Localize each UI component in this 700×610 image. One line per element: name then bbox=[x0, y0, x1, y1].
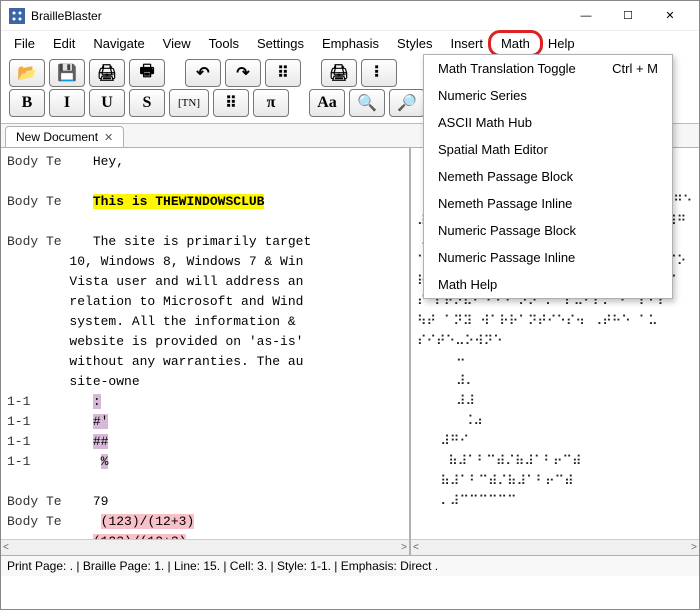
doc-line[interactable]: website is provided on 'as-is' bbox=[7, 332, 403, 352]
doc-line[interactable]: Body Te 79 bbox=[7, 492, 403, 512]
math-menu-dropdown: Math Translation Toggle Ctrl + M Numeric S… bbox=[423, 54, 673, 299]
menu-styles[interactable]: Styles bbox=[388, 34, 441, 53]
doc-line[interactable] bbox=[7, 212, 403, 232]
menu-item-numeric-passage-inline[interactable]: Numeric Passage Inline bbox=[424, 244, 672, 271]
menu-help[interactable]: Help bbox=[539, 34, 584, 53]
menu-item-spatial-math-editor[interactable]: Spatial Math Editor bbox=[424, 136, 672, 163]
doc-line[interactable]: 10, Windows 8, Windows 7 & Win bbox=[7, 252, 403, 272]
menu-item-math-help[interactable]: Math Help bbox=[424, 271, 672, 298]
close-button[interactable]: ✕ bbox=[649, 2, 691, 30]
tab-close-icon[interactable]: ✕ bbox=[104, 131, 113, 144]
menu-item-shortcut: Ctrl + M bbox=[612, 61, 658, 76]
underline-icon[interactable]: U bbox=[89, 89, 125, 117]
menu-item-label: ASCII Math Hub bbox=[438, 115, 532, 130]
braille-line: ⠷⠼⠁⠃⠉⠾⠌⠷⠼⠁⠃⠖⠉⠾ bbox=[417, 472, 693, 492]
menu-settings[interactable]: Settings bbox=[248, 34, 313, 53]
doc-line[interactable]: 1-1 : bbox=[7, 392, 403, 412]
script-icon[interactable]: S bbox=[129, 89, 165, 117]
menu-item-label: Spatial Math Editor bbox=[438, 142, 548, 157]
braille-line: ⠄⠼⠉⠉⠉⠉⠉⠉ bbox=[417, 492, 693, 512]
menu-item-label: Nemeth Passage Block bbox=[438, 169, 573, 184]
menu-math[interactable]: Math bbox=[492, 34, 539, 53]
hscrollbar-left[interactable]: <> bbox=[1, 539, 409, 555]
bold-icon[interactable]: B bbox=[9, 89, 45, 117]
undo-icon[interactable]: ↶ bbox=[185, 59, 221, 87]
statusbar: Print Page: . | Braille Page: 1. | Line:… bbox=[1, 556, 699, 576]
zoom-in-icon[interactable]: 🔎 bbox=[389, 89, 425, 117]
minimize-button[interactable]: — bbox=[565, 2, 607, 30]
braille-line: ⠨⠴ bbox=[417, 412, 693, 432]
doc-line[interactable]: without any warranties. The au bbox=[7, 352, 403, 372]
menu-item-nemeth-passage-inline[interactable]: Nemeth Passage Inline bbox=[424, 190, 672, 217]
menu-item-label: Numeric Series bbox=[438, 88, 527, 103]
menu-item-label: Nemeth Passage Inline bbox=[438, 196, 572, 211]
menu-item-label: Math Translation Toggle bbox=[438, 61, 576, 76]
braille-line: ⠼⠛⠊ bbox=[417, 432, 693, 452]
tn-icon[interactable]: [TN] bbox=[169, 89, 209, 117]
doc-line[interactable]: 1-1 ## bbox=[7, 432, 403, 452]
tab-label: New Document bbox=[16, 130, 98, 144]
braille-line: ⠷⠼⠁⠃⠉⠾⠌⠷⠼⠁⠃⠖⠉⠾ bbox=[417, 452, 693, 472]
menu-edit[interactable]: Edit bbox=[44, 34, 84, 53]
pi-icon[interactable]: π bbox=[253, 89, 289, 117]
menu-item-ascii-math-hub[interactable]: ASCII Math Hub bbox=[424, 109, 672, 136]
menu-item-math-translation-toggle[interactable]: Math Translation Toggle Ctrl + M bbox=[424, 55, 672, 82]
braille-preview-icon[interactable]: ⠇ bbox=[361, 59, 397, 87]
menu-item-numeric-series[interactable]: Numeric Series bbox=[424, 82, 672, 109]
source-pane[interactable]: Body Te Hey, Body Te This is THEWINDOWSC… bbox=[1, 148, 411, 555]
doc-line[interactable]: 1-1 % bbox=[7, 452, 403, 472]
menu-item-numeric-passage-block[interactable]: Numeric Passage Block bbox=[424, 217, 672, 244]
menu-tools[interactable]: Tools bbox=[200, 34, 248, 53]
menubar: FileEditNavigateViewToolsSettingsEmphasi… bbox=[1, 31, 699, 55]
open-icon[interactable]: 📂 bbox=[9, 59, 45, 87]
braille-line: ⠎⠊⠞⠑⠤⠕⠺⠝⠑ bbox=[417, 332, 693, 352]
braille-grid-icon[interactable]: ⠿ bbox=[265, 59, 301, 87]
doc-line[interactable]: site-owne bbox=[7, 372, 403, 392]
doc-line[interactable]: relation to Microsoft and Wind bbox=[7, 292, 403, 312]
braille-dots-icon[interactable]: ⠿ bbox=[213, 89, 249, 117]
menu-emphasis[interactable]: Emphasis bbox=[313, 34, 388, 53]
menu-insert[interactable]: Insert bbox=[441, 34, 492, 53]
braille-line: ⠳⠞ ⠁⠝⠽ ⠺⠁⠗⠗⠁⠝⠞⠊⠑⠎⠲ ⠠⠞⠓⠑ ⠁⠥ bbox=[417, 312, 693, 332]
hscrollbar-right[interactable]: <> bbox=[411, 539, 699, 555]
print-preview-icon[interactable]: 🖨 bbox=[321, 59, 357, 87]
maximize-button[interactable]: ☐ bbox=[607, 2, 649, 30]
menu-file[interactable]: File bbox=[5, 34, 44, 53]
doc-line[interactable]: system. All the information & bbox=[7, 312, 403, 332]
doc-line[interactable]: Body Te This is THEWINDOWSCLUB bbox=[7, 192, 403, 212]
italic-icon[interactable]: I bbox=[49, 89, 85, 117]
doc-line[interactable]: Vista user and will address an bbox=[7, 272, 403, 292]
menu-item-label: Numeric Passage Block bbox=[438, 223, 576, 238]
titlebar: BrailleBlaster — ☐ ✕ bbox=[1, 1, 699, 31]
doc-line[interactable]: 1-1 #' bbox=[7, 412, 403, 432]
emboss-icon[interactable]: 🖶 bbox=[129, 59, 165, 87]
doc-line[interactable]: Body Te (123)/(12+3) bbox=[7, 512, 403, 532]
menu-item-label: Math Help bbox=[438, 277, 497, 292]
menu-view[interactable]: View bbox=[154, 34, 200, 53]
font-icon[interactable]: Aa bbox=[309, 89, 345, 117]
save-icon[interactable]: 💾 bbox=[49, 59, 85, 87]
braille-line: ⠒ bbox=[417, 352, 693, 372]
braille-line: ⠼⠼ bbox=[417, 392, 693, 412]
doc-line[interactable]: Body Te Hey, bbox=[7, 152, 403, 172]
menu-item-nemeth-passage-block[interactable]: Nemeth Passage Block bbox=[424, 163, 672, 190]
app-title: BrailleBlaster bbox=[31, 9, 565, 23]
braille-line: ⠼⠄ bbox=[417, 372, 693, 392]
menu-navigate[interactable]: Navigate bbox=[84, 34, 153, 53]
zoom-out-icon[interactable]: 🔍 bbox=[349, 89, 385, 117]
print-icon[interactable]: 🖨 bbox=[89, 59, 125, 87]
app-icon bbox=[9, 8, 25, 24]
menu-item-label: Numeric Passage Inline bbox=[438, 250, 575, 265]
status-text: Print Page: . | Braille Page: 1. | Line:… bbox=[7, 559, 438, 573]
redo-icon[interactable]: ↷ bbox=[225, 59, 261, 87]
doc-line[interactable]: Body Te The site is primarily target bbox=[7, 232, 403, 252]
document-content[interactable]: Body Te Hey, Body Te This is THEWINDOWSC… bbox=[1, 148, 409, 555]
doc-line[interactable] bbox=[7, 172, 403, 192]
tab-new-document[interactable]: New Document ✕ bbox=[5, 126, 124, 147]
doc-line[interactable] bbox=[7, 472, 403, 492]
